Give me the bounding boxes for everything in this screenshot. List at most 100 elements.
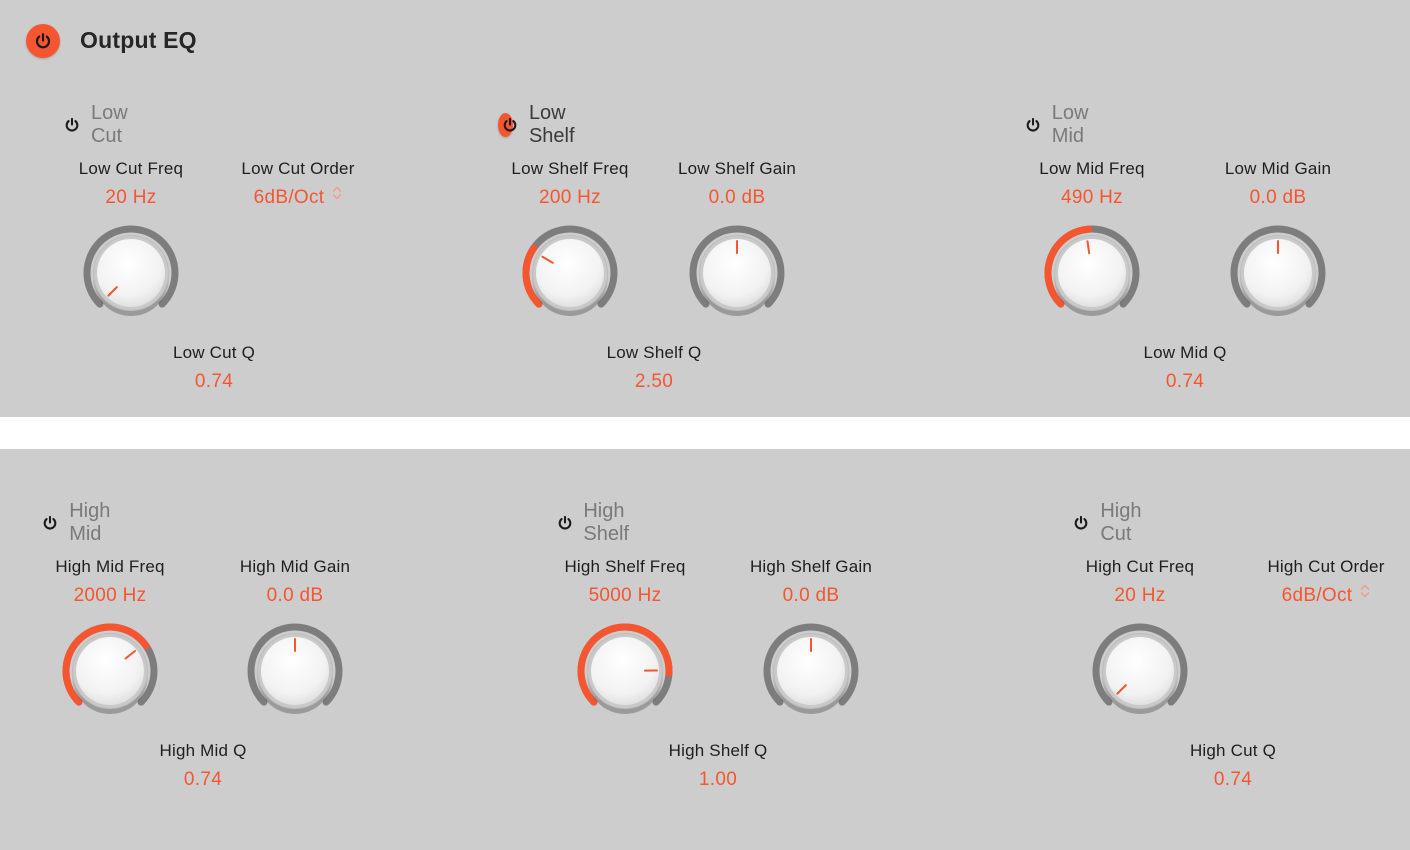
low-shelf-power-button[interactable] [498,113,517,137]
power-icon [35,33,51,49]
high-shelf-gain-value[interactable]: 0.0 dB [716,583,906,609]
high-cut-q-value-text: 0.74 [1213,769,1253,790]
low-shelf-gain-value-text: 0.0 dB [708,187,766,208]
high-mid-freq-value[interactable]: 2000 Hz [15,583,205,609]
low-mid-power-button[interactable] [1021,113,1040,137]
low-cut-order-label: Low Cut Order [241,159,355,178]
low-mid-gain-value[interactable]: 0.0 dB [1183,185,1373,211]
low-cut-freq-label: Low Cut Freq [78,159,184,178]
low-cut-power-button[interactable] [60,113,79,137]
low-cut-order-value-text[interactable]: 6dB/Oct [254,187,325,208]
low-mid-gain-label: Low Mid Gain [1224,159,1332,178]
knob-cap [536,239,604,307]
high-shelf-gain-label: High Shelf Gain [749,557,873,576]
high-cut-order-value[interactable]: 6dB/Oct [1231,583,1410,609]
power-icon [558,515,572,530]
output-eq-power-button[interactable] [26,24,60,58]
knob-cap [1058,239,1126,307]
high-cut-order-value-text[interactable]: 6dB/Oct [1282,585,1353,606]
low-shelf-freq-value[interactable]: 200 Hz [475,185,665,211]
low-shelf-q-label: Low Shelf Q [606,343,702,362]
stepper-chevrons-icon[interactable] [332,183,342,209]
power-icon [65,117,79,132]
plugin-title: Output EQ [80,27,197,53]
knob-cap [1106,637,1174,705]
high-cut-q-label: High Cut Q [1189,741,1277,760]
band-title: Low Mid [1051,102,1089,147]
low-mid-freq-knob[interactable] [1037,218,1147,328]
high-shelf-power-button[interactable] [553,511,572,535]
low-shelf-q-value-text: 2.50 [634,371,674,392]
low-cut-q: Low Cut Q 0.74 [119,342,309,395]
low-shelf-gain-value[interactable]: 0.0 dB [642,185,832,211]
high-mid-q-label: High Mid Q [159,741,247,760]
band-title: High Shelf [583,500,629,545]
high-shelf-q-value-text: 1.00 [698,769,738,790]
high-mid-power-button[interactable] [38,511,57,535]
low-cut-q-value-text: 0.74 [194,371,234,392]
high-shelf-freq-label: High Shelf Freq [564,557,686,576]
band-header: Low Shelf [498,102,584,148]
low-shelf-gain-label: Low Shelf Gain [677,159,797,178]
low-shelf-freq-label: Low Shelf Freq [511,159,629,178]
high-mid-q-value[interactable]: 0.74 [108,767,298,793]
low-mid-gain-knob[interactable] [1223,218,1333,328]
high-mid-q: High Mid Q 0.74 [108,740,298,793]
band-header: High Shelf [553,500,639,546]
high-shelf-freq-knob[interactable] [570,616,680,726]
high-cut-order: High Cut Order 6dB/Oct [1231,556,1410,609]
high-cut-q-value[interactable]: 0.74 [1138,767,1328,793]
low-mid-q-label: Low Mid Q [1143,343,1227,362]
high-mid-gain-knob[interactable] [240,616,350,726]
high-shelf-gain: High Shelf Gain 0.0 dB [716,556,906,609]
high-shelf-q-value[interactable]: 1.00 [623,767,813,793]
high-mid-freq-value-text: 2000 Hz [73,585,147,606]
band-title: Low Cut [90,102,128,147]
low-mid-q-value-text: 0.74 [1165,371,1205,392]
high-cut-freq-knob[interactable] [1085,616,1195,726]
low-mid-q-value[interactable]: 0.74 [1090,369,1280,395]
low-cut-freq-knob[interactable] [76,218,186,328]
high-mid-gain-label: High Mid Gain [239,557,351,576]
low-cut-freq: Low Cut Freq 20 Hz [36,158,226,211]
low-shelf-gain: Low Shelf Gain 0.0 dB [642,158,832,211]
high-mid-gain-value-text: 0.0 dB [266,585,324,606]
high-mid-gain-value[interactable]: 0.0 dB [200,583,390,609]
low-cut-q-value[interactable]: 0.74 [119,369,309,395]
low-cut-freq-value[interactable]: 20 Hz [36,185,226,211]
stepper-chevrons-icon[interactable] [1360,581,1370,607]
high-cut-freq-value[interactable]: 20 Hz [1045,583,1235,609]
high-shelf-freq: High Shelf Freq 5000 Hz [530,556,720,609]
power-icon [43,515,57,530]
band-header: High Cut [1069,500,1150,546]
low-shelf-q-value[interactable]: 2.50 [559,369,749,395]
knob-cap [76,637,144,705]
low-mid-gain: Low Mid Gain 0.0 dB [1183,158,1373,211]
band-title: High Cut [1100,500,1142,545]
high-shelf-freq-value[interactable]: 5000 Hz [530,583,720,609]
high-cut-power-button[interactable] [1069,511,1088,535]
high-shelf-gain-knob[interactable] [756,616,866,726]
high-mid-q-value-text: 0.74 [183,769,223,790]
band-title: Low Shelf [528,102,575,147]
low-mid-freq-value[interactable]: 490 Hz [997,185,1187,211]
power-icon [1026,117,1040,132]
low-mid-freq: Low Mid Freq 490 Hz [997,158,1187,211]
low-mid-gain-value-text: 0.0 dB [1249,187,1307,208]
low-mid-freq-value-text: 490 Hz [1060,187,1123,208]
low-shelf-freq-knob[interactable] [515,218,625,328]
low-cut-freq-value-text: 20 Hz [105,187,157,208]
power-icon [503,117,517,132]
low-shelf-gain-knob[interactable] [682,218,792,328]
low-cut-order-value[interactable]: 6dB/Oct [203,185,393,211]
high-cut-freq: High Cut Freq 20 Hz [1045,556,1235,609]
high-shelf-q: High Shelf Q 1.00 [623,740,813,793]
high-mid-freq: High Mid Freq 2000 Hz [15,556,205,609]
low-mid-q: Low Mid Q 0.74 [1090,342,1280,395]
high-mid-freq-knob[interactable] [55,616,165,726]
high-mid-gain: High Mid Gain 0.0 dB [200,556,390,609]
low-shelf-freq: Low Shelf Freq 200 Hz [475,158,665,211]
band-header: Low Cut [60,102,137,148]
low-cut-order: Low Cut Order 6dB/Oct [203,158,393,211]
high-mid-freq-label: High Mid Freq [55,557,165,576]
